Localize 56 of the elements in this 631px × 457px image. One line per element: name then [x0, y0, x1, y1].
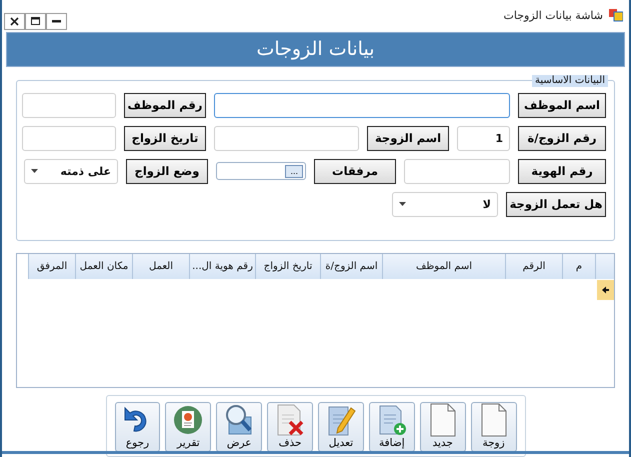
field-label-button[interactable]: هل تعمل الزوجة — [506, 192, 606, 217]
toolbar-button[interactable]: رجوع — [114, 402, 160, 452]
toolbar-button[interactable]: تعديل — [318, 402, 364, 452]
window-title: شاشة بيانات الزوجات — [504, 9, 603, 22]
field-value: 1 — [495, 132, 503, 145]
text-field[interactable] — [22, 126, 116, 151]
text-field[interactable] — [404, 158, 510, 184]
field-label-button[interactable]: وضع الزواج — [126, 158, 208, 184]
toolbar-button[interactable]: إضافة — [368, 402, 415, 452]
text-field[interactable] — [22, 92, 116, 118]
header-title: بيانات الزوجات — [256, 38, 374, 60]
close-icon — [10, 16, 19, 26]
report-icon — [173, 403, 204, 437]
text-field[interactable]: 1 — [457, 126, 510, 151]
maximize-icon — [31, 17, 40, 26]
search-icon — [224, 403, 254, 437]
group-legend: البيانات الاساسية — [532, 74, 608, 87]
field-label-button[interactable]: تاريخ الزواج — [124, 126, 206, 151]
field-label-button[interactable]: رقم الهوية — [518, 158, 606, 184]
minimize-icon — [52, 20, 61, 23]
close-button[interactable] — [4, 12, 25, 30]
field-label-button[interactable]: مرفقات — [314, 158, 396, 184]
column-header[interactable]: مكان العمل — [75, 254, 132, 279]
document-icon — [428, 403, 458, 437]
toolbar-button[interactable]: جديد — [420, 402, 466, 452]
column-header[interactable]: الرقم — [505, 254, 562, 279]
column-header[interactable]: رقم هوية ال... — [189, 254, 255, 279]
caret-icon — [399, 202, 406, 206]
browse-button[interactable]: ... — [285, 164, 303, 178]
toolbar-button[interactable]: تقرير — [165, 402, 212, 452]
column-header[interactable]: تاريخ الزواج — [255, 254, 320, 279]
column-header[interactable]: م — [562, 254, 595, 279]
toolbar-button[interactable]: عرض — [216, 402, 262, 452]
toolbar-button[interactable]: حذف — [267, 402, 313, 452]
column-header[interactable]: العمل — [132, 254, 189, 279]
combo-box[interactable]: على ذمته — [24, 158, 118, 184]
delete-document-icon — [275, 403, 306, 437]
field-label-button[interactable]: رقم الموظف — [124, 92, 206, 118]
toolbar-button[interactable]: زوجة — [470, 402, 516, 452]
combo-box[interactable]: لا — [392, 192, 498, 217]
text-field[interactable] — [214, 92, 510, 118]
maximize-button[interactable] — [25, 12, 46, 30]
row-header — [595, 254, 614, 279]
row-indicator-icon — [597, 280, 614, 300]
column-header[interactable]: المرفق — [28, 254, 75, 279]
field-label-button[interactable]: اسم الزوجة — [367, 126, 449, 151]
add-document-icon — [376, 403, 407, 437]
field-label-button[interactable]: رقم الزوج/ة — [518, 126, 606, 151]
app-icon — [609, 8, 623, 23]
column-header[interactable]: اسم الزوج/ة — [320, 254, 382, 279]
field-label-button[interactable]: اسم الموظف — [518, 92, 606, 118]
caret-icon — [31, 169, 38, 174]
column-header[interactable]: اسم الموظف — [382, 254, 505, 279]
text-field[interactable] — [214, 126, 359, 151]
minimize-button[interactable] — [46, 12, 67, 30]
document-icon — [478, 403, 509, 437]
